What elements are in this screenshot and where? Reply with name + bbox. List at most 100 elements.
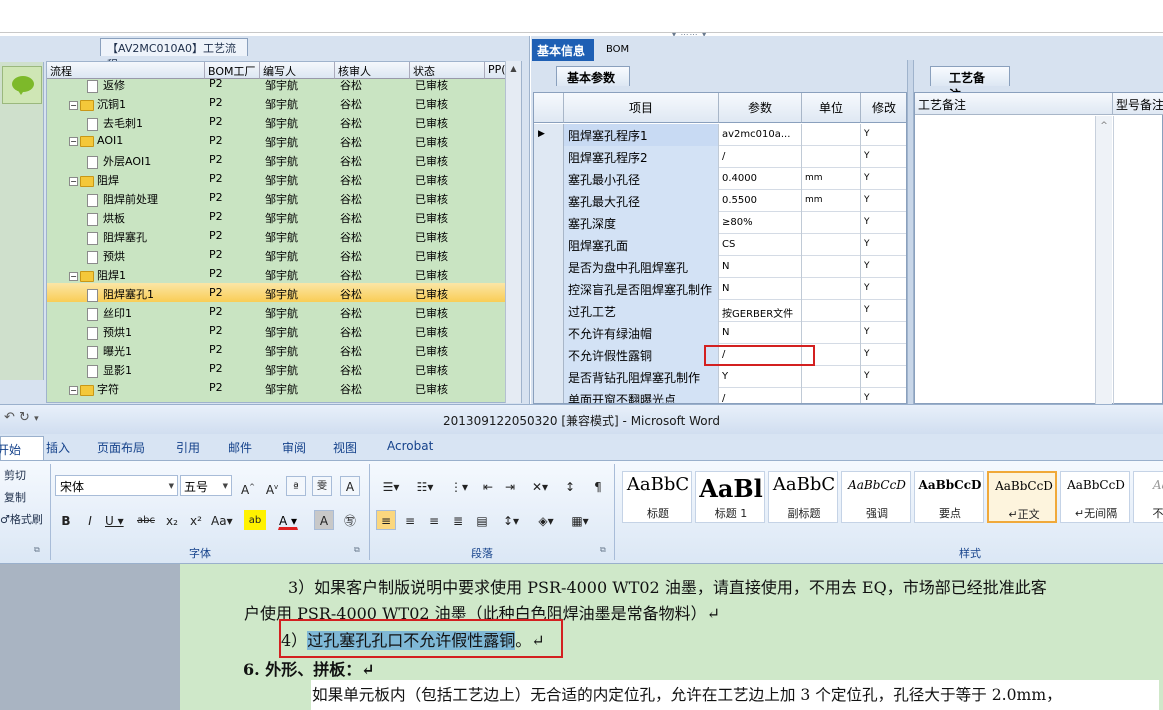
show-marks-icon[interactable]: ¶ bbox=[588, 476, 608, 496]
flow-node[interactable]: 预烘1 bbox=[87, 324, 132, 340]
param-row[interactable]: 过孔工艺 按GERBER文件 Y bbox=[534, 300, 906, 322]
param-value[interactable]: 0.4000 bbox=[719, 168, 802, 190]
char-shading-icon[interactable]: A bbox=[314, 510, 334, 530]
superscript-icon[interactable]: x² bbox=[186, 510, 206, 530]
param-value[interactable]: CS bbox=[719, 234, 802, 256]
param-row[interactable]: ▶ 阻焊塞孔程序1 av2mc010a... Y bbox=[534, 124, 906, 146]
param-row[interactable]: 阻焊塞孔面 CS Y bbox=[534, 234, 906, 256]
tab-basic-params[interactable]: 基本参数 bbox=[556, 66, 630, 86]
increase-indent-icon[interactable]: ⇥ bbox=[500, 476, 520, 496]
flow-tree-row[interactable]: 去毛刺1 P2 邹宇航 谷松 已审核 bbox=[47, 112, 507, 131]
flow-tree-row[interactable]: 阻焊塞孔 P2 邹宇航 谷松 已审核 bbox=[47, 226, 507, 245]
enclose-char-icon[interactable]: ㊢ bbox=[340, 510, 360, 530]
tab-acrobat[interactable]: Acrobat bbox=[387, 439, 433, 453]
col-header-unit[interactable]: 单位 bbox=[802, 93, 861, 123]
style-option[interactable]: AaBbCcD 要点 bbox=[914, 471, 984, 523]
param-value[interactable]: ≥80% bbox=[719, 212, 802, 234]
align-left-icon[interactable]: ≡ bbox=[376, 510, 396, 530]
decrease-indent-icon[interactable]: ⇤ bbox=[478, 476, 498, 496]
flow-node[interactable]: − 阻焊 bbox=[69, 172, 119, 188]
flow-node[interactable]: 预烘 bbox=[87, 248, 125, 264]
style-option[interactable]: AaBbC 副标题 bbox=[768, 471, 838, 523]
align-right-icon[interactable]: ≡ bbox=[424, 510, 444, 530]
comment-bubble-button[interactable] bbox=[2, 66, 42, 104]
param-row[interactable]: 塞孔最小孔径 0.4000 mm Y bbox=[534, 168, 906, 190]
param-row[interactable]: 是否为盘中孔阻焊塞孔 N Y bbox=[534, 256, 906, 278]
param-row[interactable]: 控深盲孔是否阻焊塞孔制作 N Y bbox=[534, 278, 906, 300]
flow-tree-row[interactable]: 阻焊塞孔1 P2 邹宇航 谷松 已审核 bbox=[47, 283, 507, 302]
style-option[interactable]: AaBbCcD 强调 bbox=[841, 471, 911, 523]
line-spacing-icon[interactable]: ↕▾ bbox=[498, 510, 524, 530]
flow-node[interactable]: 阻焊塞孔1 bbox=[87, 286, 154, 302]
clear-format-icon[interactable]: ª bbox=[286, 476, 306, 496]
font-name-select[interactable]: 宋体 ▼ bbox=[55, 475, 178, 496]
highlight-color-icon[interactable]: ab bbox=[244, 510, 266, 530]
param-value[interactable]: / bbox=[719, 146, 802, 168]
param-value[interactable]: av2mc010a... bbox=[719, 124, 802, 146]
tab-bom[interactable]: BOM bbox=[600, 41, 640, 59]
col-header-process-note[interactable]: 工艺备注 bbox=[915, 93, 1113, 115]
tab-home[interactable]: 开始 bbox=[0, 436, 44, 460]
font-launcher-icon[interactable]: ⧉ bbox=[354, 545, 360, 555]
flow-tree-row[interactable]: 显影1 P2 邹宇航 谷松 已审核 bbox=[47, 359, 507, 378]
flow-node[interactable]: 阻焊塞孔 bbox=[87, 229, 147, 245]
font-color-icon[interactable]: A ▾ bbox=[278, 510, 299, 530]
flow-node[interactable]: 显影1 bbox=[87, 362, 132, 378]
param-value[interactable]: Y bbox=[719, 366, 802, 388]
borders-icon[interactable]: ▦▾ bbox=[566, 510, 594, 530]
flow-node[interactable]: 曝光1 bbox=[87, 343, 132, 359]
flow-node[interactable]: 阻焊前处理 bbox=[87, 191, 158, 207]
tab-basic-info[interactable]: 基本信息 bbox=[532, 39, 594, 61]
chinese-layout-icon[interactable]: ✕▾ bbox=[526, 476, 554, 496]
flow-tree-row[interactable]: 预烘1 P2 邹宇航 谷松 已审核 bbox=[47, 321, 507, 340]
flow-node[interactable]: 字符 bbox=[87, 400, 125, 402]
numbering-icon[interactable]: ☷▾ bbox=[410, 476, 440, 496]
tab-page-layout[interactable]: 页面布局 bbox=[97, 439, 145, 456]
style-option[interactable]: AaBl 标题 1 bbox=[695, 471, 765, 523]
flow-tree-row[interactable]: 返修 P2 邹宇航 谷松 已审核 bbox=[47, 74, 507, 93]
flow-node[interactable]: − AOI1 bbox=[69, 134, 123, 147]
flow-tree-row[interactable]: 阻焊前处理 P2 邹宇航 谷松 已审核 bbox=[47, 188, 507, 207]
flow-tree-row[interactable]: 丝印1 P2 邹宇航 谷松 已审核 bbox=[47, 302, 507, 321]
tab-view[interactable]: 视图 bbox=[333, 439, 357, 456]
tab-mailings[interactable]: 邮件 bbox=[228, 439, 252, 456]
style-option[interactable]: AaBbCcD ↵无间隔 bbox=[1060, 471, 1130, 523]
multilevel-list-icon[interactable]: ⋮▾ bbox=[444, 476, 474, 496]
style-option[interactable]: AaBbC 标题 bbox=[622, 471, 692, 523]
tab-insert[interactable]: 插入 bbox=[46, 439, 70, 456]
flow-tree-row[interactable]: − 沉铜1 P2 邹宇航 谷松 已审核 bbox=[47, 93, 507, 112]
collapse-icon[interactable]: − bbox=[69, 136, 78, 146]
flow-node[interactable]: 返修 bbox=[87, 77, 125, 93]
param-row[interactable]: 塞孔最大孔径 0.5500 mm Y bbox=[534, 190, 906, 212]
flow-tree-row[interactable]: − 字符 P2 邹宇航 谷松 已审核 bbox=[47, 378, 507, 397]
cut-button[interactable]: 剪切 bbox=[4, 467, 26, 483]
phonetic-guide-icon[interactable]: 雯 bbox=[312, 476, 332, 496]
collapse-icon[interactable]: − bbox=[69, 100, 78, 110]
param-row[interactable]: 是否背钻孔阻焊塞孔制作 Y Y bbox=[534, 366, 906, 388]
bullets-icon[interactable]: ☰▾ bbox=[376, 476, 406, 496]
param-value[interactable]: 0.5500 bbox=[719, 190, 802, 212]
col-header-param[interactable]: 参数 bbox=[719, 93, 802, 123]
tab-references[interactable]: 引用 bbox=[176, 439, 200, 456]
bold-icon[interactable]: B bbox=[56, 510, 76, 530]
param-value[interactable]: 按GERBER文件 bbox=[719, 300, 802, 322]
grow-font-icon[interactable]: A^ bbox=[238, 476, 258, 497]
collapse-icon[interactable]: − bbox=[69, 271, 78, 281]
param-value[interactable]: N bbox=[719, 322, 802, 344]
style-option[interactable]: AaBb 不明显 bbox=[1133, 471, 1163, 523]
italic-icon[interactable]: I bbox=[80, 510, 100, 530]
style-option[interactable]: AaBbCcD ↵正文 bbox=[987, 471, 1057, 523]
collapse-icon[interactable]: − bbox=[69, 176, 78, 186]
flow-node[interactable]: − 字符 bbox=[69, 381, 119, 397]
flow-tree-row[interactable]: − 阻焊 P2 邹宇航 谷松 已审核 bbox=[47, 169, 507, 188]
flow-node[interactable]: − 沉铜1 bbox=[69, 96, 126, 112]
font-size-select[interactable]: 五号 ▼ bbox=[180, 475, 232, 496]
flow-node[interactable]: 外层AOI1 bbox=[87, 153, 151, 169]
tab-process-notes[interactable]: 工艺备注 bbox=[930, 66, 1010, 102]
col-header-item[interactable]: 项目 bbox=[564, 93, 719, 123]
param-value[interactable]: N bbox=[719, 278, 802, 300]
sort-icon[interactable]: ↕ bbox=[560, 476, 580, 496]
param-value[interactable]: / bbox=[719, 388, 802, 403]
process-flow-scrollbar[interactable]: ▲ bbox=[505, 61, 521, 403]
param-row[interactable]: 塞孔深度 ≥80% Y bbox=[534, 212, 906, 234]
